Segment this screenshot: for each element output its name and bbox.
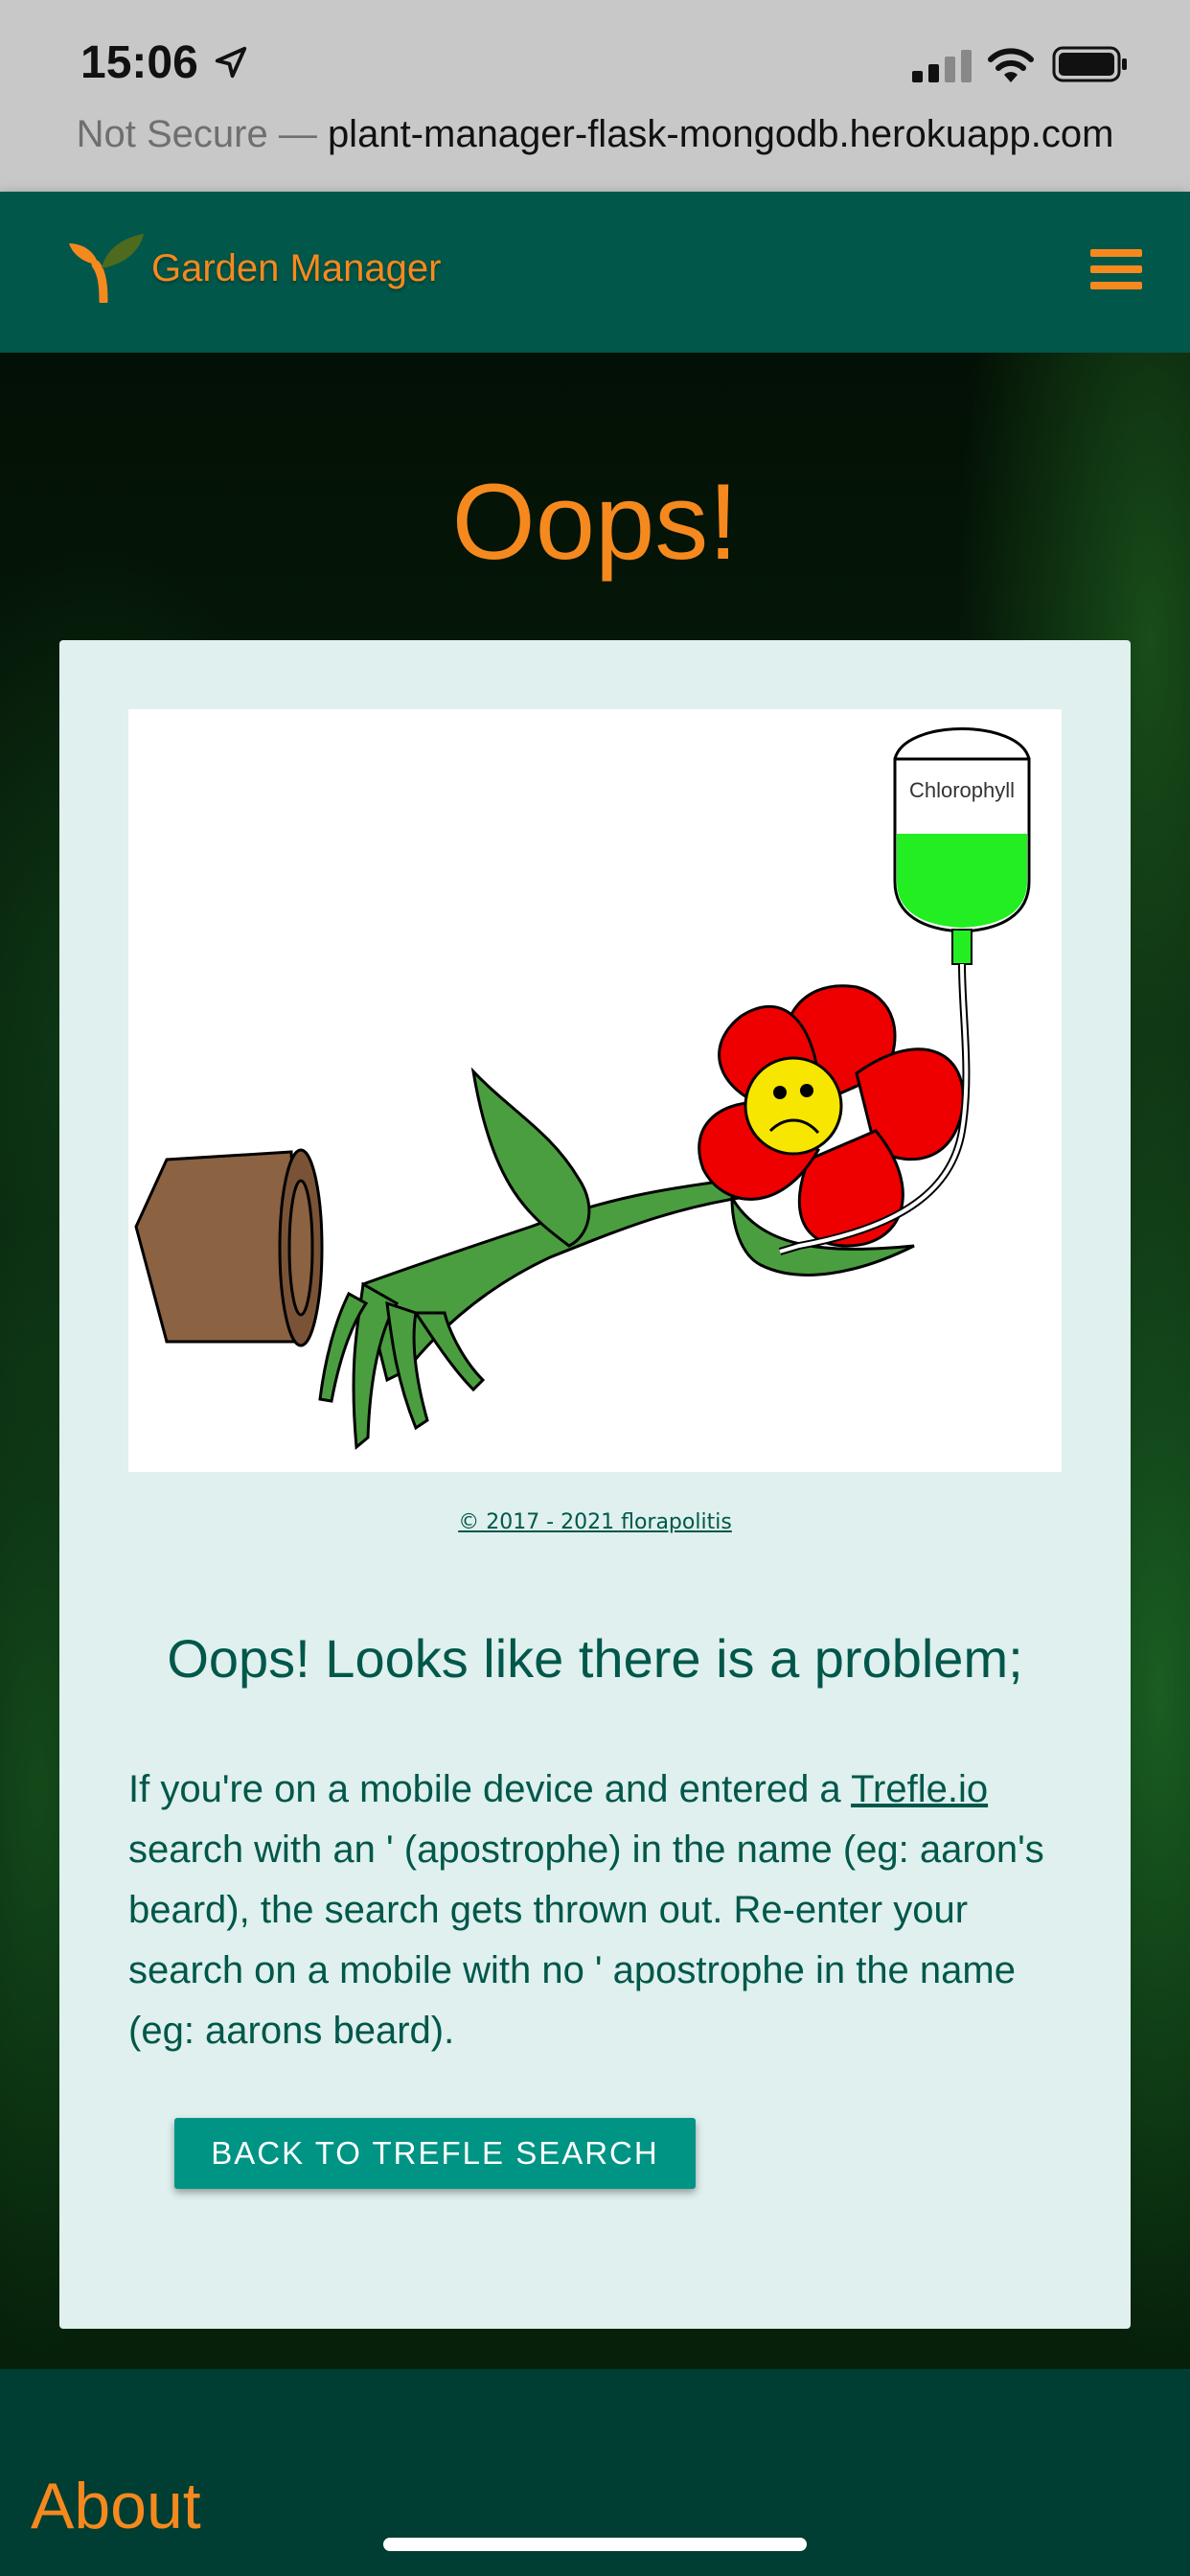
navbar: Garden Manager (0, 192, 1190, 353)
location-arrow-icon (215, 46, 247, 79)
home-indicator[interactable] (383, 2538, 807, 2551)
flower-pot (134, 1148, 324, 1347)
error-card: Chlorophyll © 2017 - 2021 florapolitis O… (59, 640, 1131, 2329)
battery-icon (1052, 46, 1127, 82)
status-bar: 15:06 Not Secure — plant-manager-flask-m… (0, 0, 1190, 192)
error-message: If you're on a mobile device and entered… (128, 1760, 1067, 2061)
footer-about-heading: About (31, 2470, 201, 2542)
address-bar[interactable]: Not Secure — plant-manager-flask-mongodb… (0, 113, 1190, 156)
message-part-1: If you're on a mobile device and entered… (128, 1768, 852, 1810)
url-domain: plant-manager-flask-mongodb.herokuapp.co… (327, 113, 1114, 155)
trefle-link[interactable]: Trefle.io (851, 1768, 988, 1810)
iv-bag-label: Chlorophyll (909, 778, 1015, 802)
back-to-trefle-search-button[interactable]: BACK TO TREFLE SEARCH (174, 2118, 696, 2189)
copyright-link[interactable]: © 2017 - 2021 florapolitis (59, 1510, 1131, 1534)
page-title: Oops! (451, 462, 739, 582)
sprout-logo-icon[interactable] (67, 230, 146, 303)
error-subheading: Oops! Looks like there is a problem; (167, 1628, 1023, 1689)
message-part-2: search with an ' (apostrophe) in the nam… (128, 1828, 1044, 2052)
leaf-left (470, 1067, 591, 1248)
menu-icon[interactable] (1090, 249, 1142, 297)
brand-title[interactable]: Garden Manager (151, 247, 441, 290)
flower-face (744, 1056, 843, 1156)
status-time: 15:06 (80, 37, 198, 88)
wifi-icon (988, 48, 1034, 82)
not-secure-label: Not Secure — (76, 113, 328, 155)
wilted-flower-illustration: Chlorophyll (128, 709, 1062, 1472)
cellular-signal-icon (912, 50, 972, 82)
